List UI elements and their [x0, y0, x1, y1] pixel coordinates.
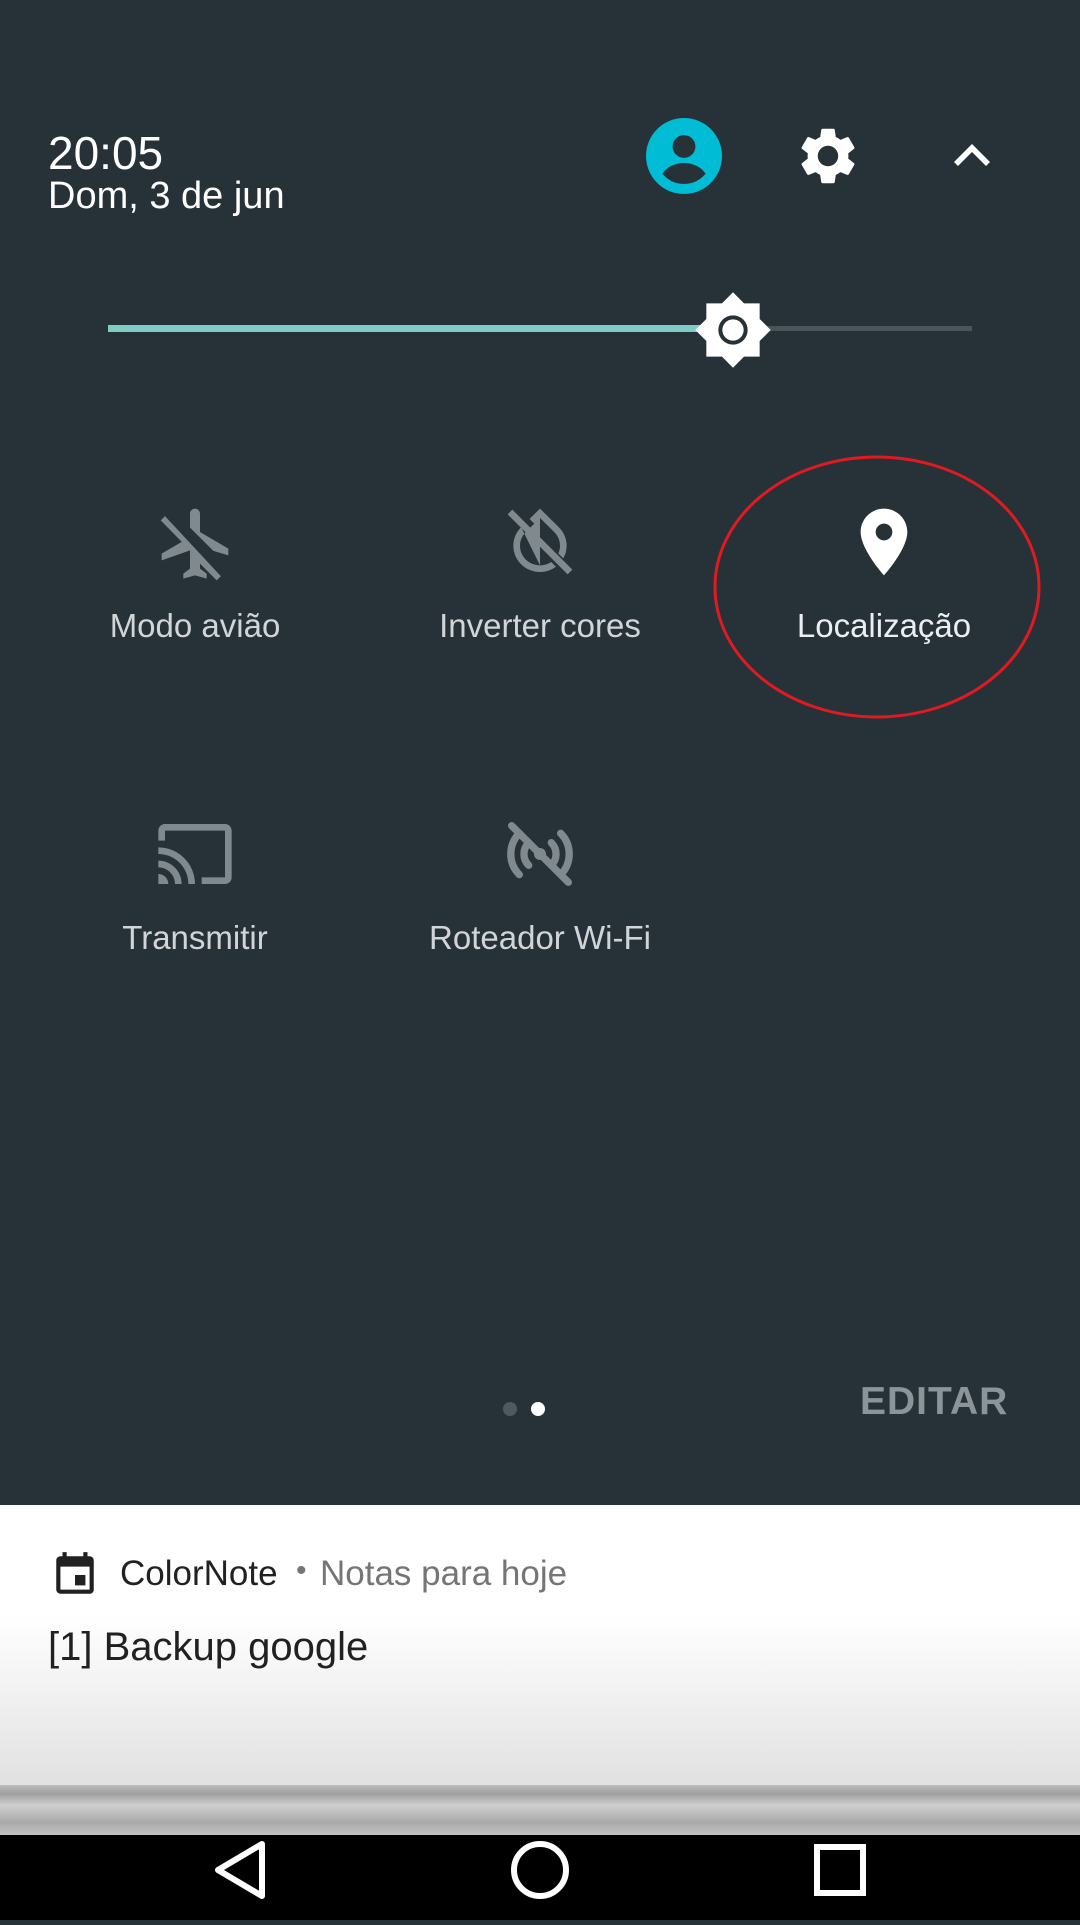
home-circle-icon — [511, 1841, 569, 1899]
cast-icon — [158, 824, 232, 884]
brightness-fill — [108, 325, 732, 332]
calendar-icon — [56, 1552, 94, 1594]
account-circle-icon — [646, 118, 722, 194]
notification-separator: • — [296, 1554, 307, 1587]
settings-button[interactable] — [780, 108, 876, 204]
recents-square-icon — [814, 1844, 866, 1896]
chevron-up-icon — [954, 144, 990, 166]
nav-home-button[interactable] — [490, 1820, 590, 1920]
notification-body: [1] Backup google — [48, 1625, 369, 1669]
tile-cast[interactable]: Transmitir — [25, 814, 365, 1034]
collapse-button[interactable] — [924, 108, 1020, 204]
invert-colors-off-icon — [507, 508, 573, 575]
page-dot-active — [531, 1402, 545, 1416]
tile-wifi-hotspot[interactable]: Roteador Wi-Fi — [370, 814, 710, 1034]
nav-recents-button[interactable] — [790, 1820, 890, 1920]
gear-icon — [801, 128, 855, 184]
tile-label: Inverter cores — [439, 607, 641, 644]
page-dot — [503, 1402, 517, 1416]
tile-label: Roteador Wi-Fi — [429, 919, 651, 956]
back-triangle-icon — [215, 1841, 265, 1899]
nav-back-button[interactable] — [190, 1820, 290, 1920]
brightness-slider-thumb[interactable] — [693, 290, 773, 370]
notification-app-name: ColorNote — [120, 1554, 278, 1593]
edit-button[interactable]: EDITAR — [860, 1380, 1008, 1424]
tile-invert-colors[interactable]: Inverter cores — [370, 502, 710, 722]
annotation-highlight-ellipse — [713, 455, 1041, 719]
notification-subtitle: Notas para hoje — [320, 1554, 568, 1593]
hotspot-off-icon — [507, 822, 573, 886]
tile-airplane-mode[interactable]: Modo avião — [25, 502, 365, 722]
quick-settings-panel — [0, 0, 1080, 1505]
brightness-icon — [695, 292, 771, 368]
tile-label: Transmitir — [122, 919, 268, 956]
airplane-off-icon — [160, 508, 229, 581]
user-switch-button[interactable] — [636, 108, 732, 204]
clock-date: Dom, 3 de jun — [48, 175, 285, 217]
page-indicator — [500, 1400, 560, 1420]
clock-time: 20:05 — [48, 127, 164, 179]
tile-label: Modo avião — [109, 607, 281, 644]
